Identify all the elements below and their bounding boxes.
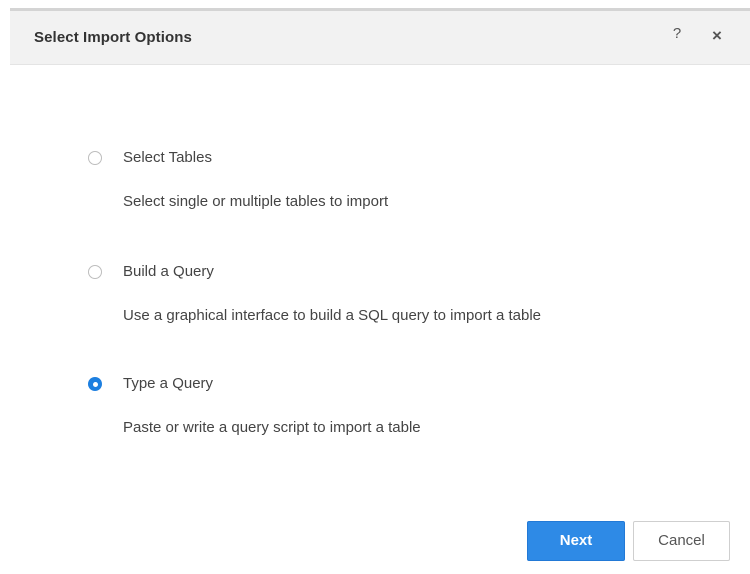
- close-icon[interactable]: ×: [709, 26, 725, 46]
- option-build-query: Build a Query Use a graphical interface …: [88, 263, 728, 324]
- option-select-tables-description: Select single or multiple tables to impo…: [123, 193, 389, 210]
- import-options-dialog: Select Import Options ? × Select Tables …: [10, 8, 750, 574]
- option-build-query-label[interactable]: Build a Query: [123, 263, 214, 280]
- option-build-query-description: Use a graphical interface to build a SQL…: [123, 307, 542, 324]
- radio-unchecked-icon[interactable]: [88, 151, 102, 165]
- option-select-tables-label[interactable]: Select Tables: [123, 149, 212, 166]
- help-icon[interactable]: ?: [669, 25, 685, 45]
- dialog-title: Select Import Options: [34, 29, 192, 46]
- option-select-tables: Select Tables Select single or multiple …: [88, 149, 728, 210]
- radio-checked-icon[interactable]: [88, 377, 102, 391]
- option-type-query: Type a Query Paste or write a query scri…: [88, 375, 728, 436]
- radio-unchecked-icon[interactable]: [88, 265, 102, 279]
- option-type-query-label[interactable]: Type a Query: [123, 375, 213, 392]
- cancel-button[interactable]: Cancel: [633, 521, 730, 561]
- dialog-title-bar: Select Import Options ? ×: [10, 11, 750, 65]
- option-select-tables-row[interactable]: Select Tables: [88, 149, 728, 171]
- option-build-query-row[interactable]: Build a Query: [88, 263, 728, 285]
- option-type-query-description: Paste or write a query script to import …: [123, 419, 421, 436]
- next-button[interactable]: Next: [527, 521, 625, 561]
- option-type-query-row[interactable]: Type a Query: [88, 375, 728, 397]
